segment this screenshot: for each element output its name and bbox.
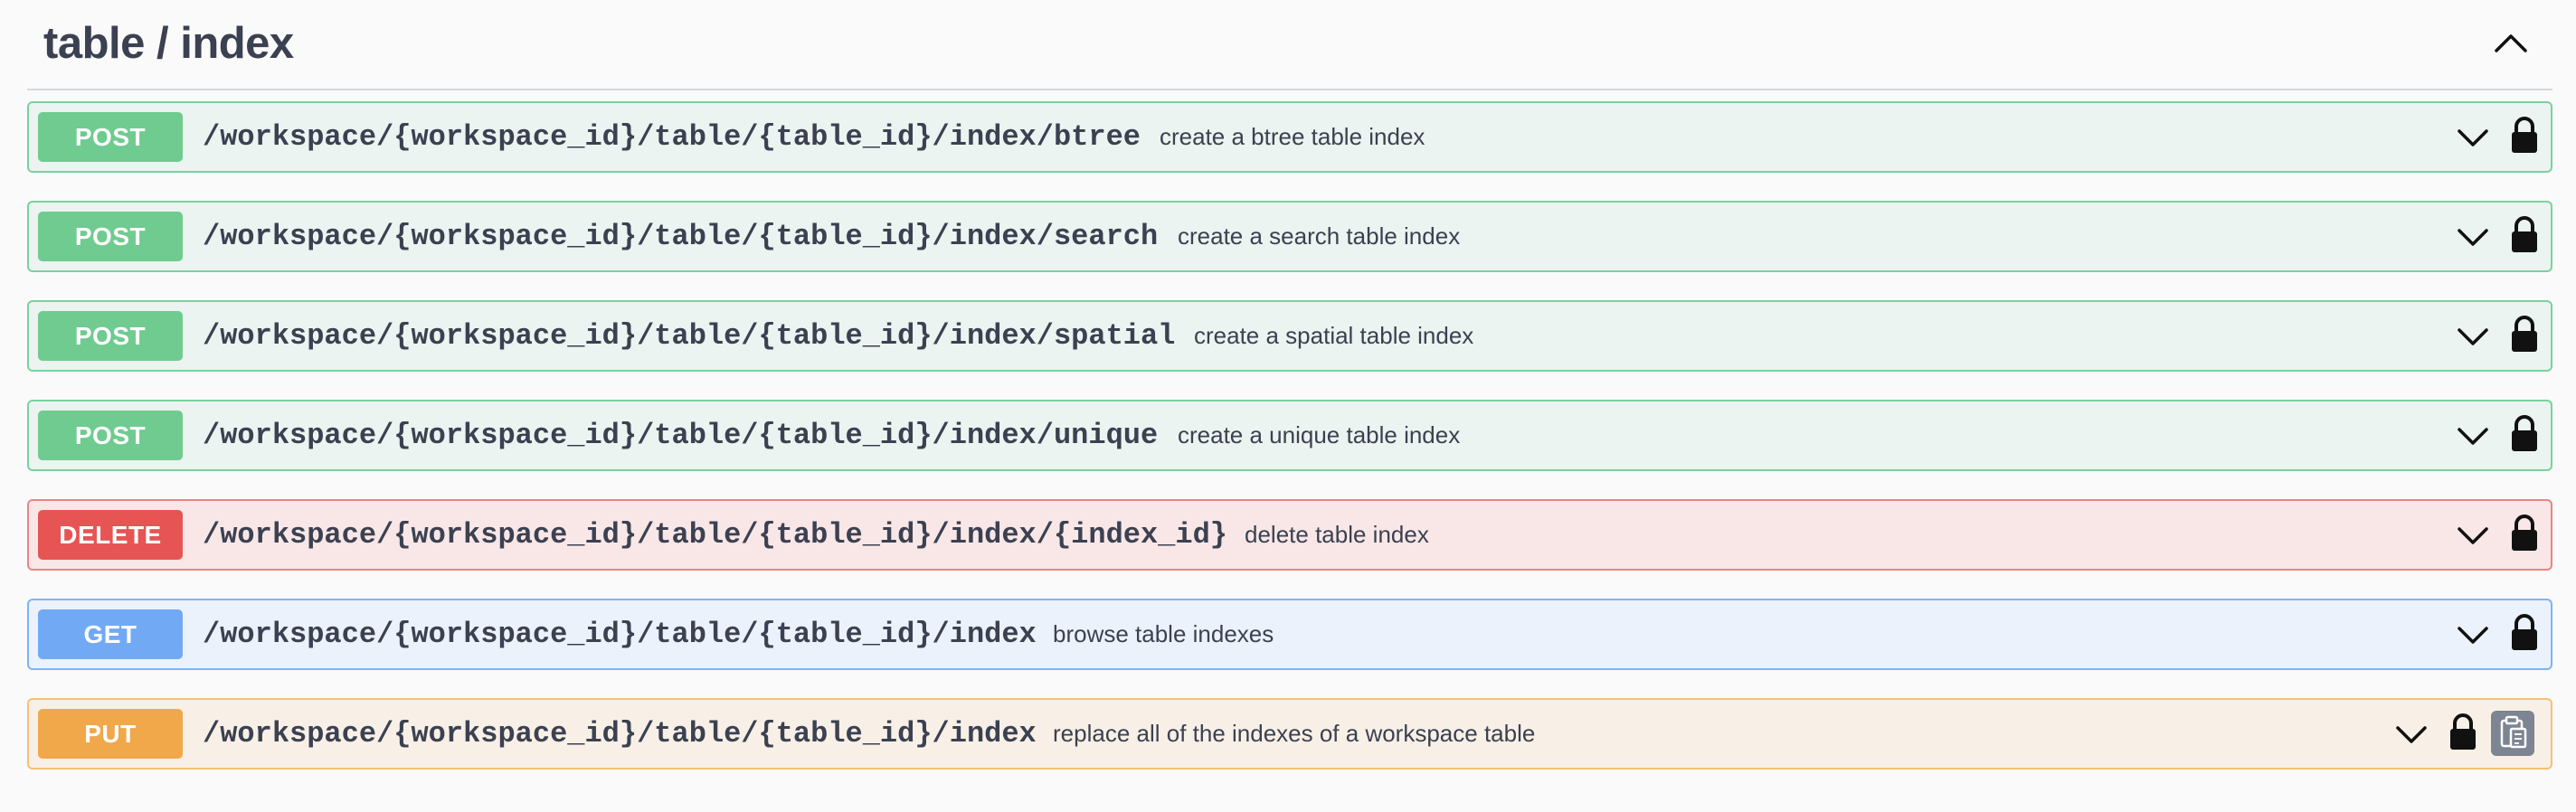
operation-row[interactable]: DELETE /workspace/{workspace_id}/table/{…: [27, 499, 2552, 571]
operation-path[interactable]: /workspace/{workspace_id}/table/{table_i…: [203, 203, 1158, 270]
operation-description: create a spatial table index: [1194, 322, 1474, 349]
operation-row[interactable]: PUT /workspace/{workspace_id}/table/{tab…: [27, 698, 2552, 770]
section-header[interactable]: table / index: [27, 0, 2552, 90]
operation-row[interactable]: GET /workspace/{workspace_id}/table/{tab…: [27, 599, 2552, 670]
operations-list: POST /workspace/{workspace_id}/table/{ta…: [27, 101, 2552, 798]
lock-icon[interactable]: [2509, 315, 2540, 354]
method-badge: GET: [38, 609, 183, 659]
lock-icon[interactable]: [2509, 414, 2540, 454]
method-badge: POST: [38, 112, 183, 162]
lock-icon[interactable]: [2509, 514, 2540, 553]
chevron-down-icon[interactable]: [2455, 617, 2491, 653]
operation-description: create a search table index: [1178, 222, 1461, 250]
chevron-down-icon[interactable]: [2455, 318, 2491, 354]
operation-description: replace all of the indexes of a workspac…: [1053, 720, 1536, 747]
chevron-down-icon[interactable]: [2455, 119, 2491, 156]
operation-path[interactable]: /workspace/{workspace_id}/table/{table_i…: [203, 600, 1037, 668]
operation-description: browse table indexes: [1053, 620, 1274, 647]
operation-row[interactable]: POST /workspace/{workspace_id}/table/{ta…: [27, 400, 2552, 471]
chevron-down-icon[interactable]: [2455, 517, 2491, 553]
operation-row[interactable]: POST /workspace/{workspace_id}/table/{ta…: [27, 300, 2552, 372]
lock-icon[interactable]: [2448, 713, 2478, 752]
chevron-down-icon[interactable]: [2393, 716, 2429, 752]
operation-description: delete table index: [1245, 521, 1429, 548]
clipboard-copy-icon[interactable]: [2491, 711, 2534, 756]
chevron-up-icon[interactable]: [2487, 20, 2534, 67]
method-badge: POST: [38, 311, 183, 361]
operation-row[interactable]: POST /workspace/{workspace_id}/table/{ta…: [27, 201, 2552, 272]
api-docs-page: table / index POST /workspace/{workspace…: [0, 0, 2576, 812]
chevron-down-icon[interactable]: [2455, 418, 2491, 454]
chevron-down-icon[interactable]: [2455, 219, 2491, 255]
operation-row[interactable]: POST /workspace/{workspace_id}/table/{ta…: [27, 101, 2552, 173]
operation-path[interactable]: /workspace/{workspace_id}/table/{table_i…: [203, 401, 1158, 469]
operation-path[interactable]: /workspace/{workspace_id}/table/{table_i…: [203, 700, 1037, 768]
operation-description: create a unique table index: [1178, 421, 1461, 448]
method-badge: POST: [38, 411, 183, 460]
operation-path[interactable]: /workspace/{workspace_id}/table/{table_i…: [203, 103, 1141, 171]
section-title: table / index: [43, 19, 294, 68]
method-badge: POST: [38, 212, 183, 261]
lock-icon[interactable]: [2509, 613, 2540, 653]
operation-path[interactable]: /workspace/{workspace_id}/table/{table_i…: [203, 501, 1227, 569]
operation-path[interactable]: /workspace/{workspace_id}/table/{table_i…: [203, 302, 1175, 370]
lock-icon[interactable]: [2509, 215, 2540, 255]
lock-icon[interactable]: [2509, 116, 2540, 156]
method-badge: DELETE: [38, 510, 183, 560]
method-badge: PUT: [38, 709, 183, 759]
operation-description: create a btree table index: [1160, 123, 1425, 150]
